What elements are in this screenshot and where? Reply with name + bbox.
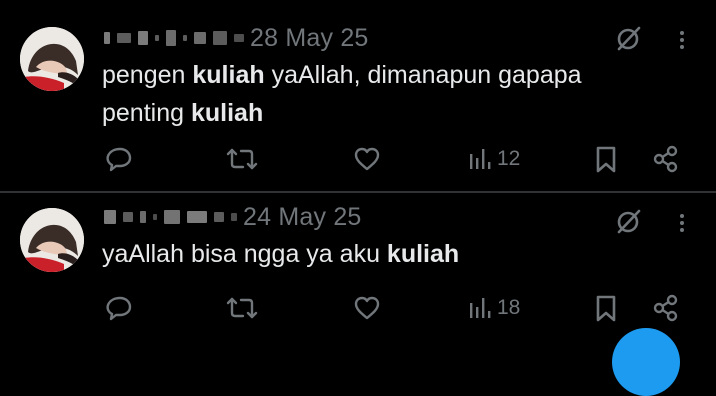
reply-icon [106,296,132,321]
more-icon[interactable] [670,24,694,54]
like-icon [354,147,380,171]
reply-icon [106,147,132,172]
bookmark-icon [596,295,616,322]
views-button[interactable]: 18 [467,290,520,326]
more-icon[interactable] [670,207,694,237]
views-count: 12 [497,147,521,170]
avatar[interactable] [20,27,84,91]
share-icon [653,294,678,322]
repost-button[interactable] [226,290,258,326]
bookmark-button[interactable] [593,141,619,177]
like-icon [354,296,380,320]
tweet-text: yaAllah bisa ngga ya aku kuliah [102,240,460,268]
share-icon [653,145,678,173]
avatar[interactable] [20,208,84,272]
reply-button[interactable] [104,141,134,177]
views-icon [470,298,491,318]
bookmark-icon [596,146,616,173]
share-button[interactable] [652,290,680,326]
bookmark-button[interactable] [593,290,619,326]
tweet-actions: 18 [0,290,716,326]
tweet-date[interactable]: 24 May 25 [243,203,362,232]
tweet-header: 24 May 25 [104,202,362,232]
views-count: 18 [497,296,521,319]
tweet-header: 28 May 25 [104,23,369,53]
repost-button[interactable] [226,141,258,177]
grok-icon[interactable] [613,207,643,237]
repost-icon [226,148,258,170]
compose-fab-button[interactable] [612,328,680,396]
tweet[interactable]: 24 May 25 yaAllah bisa ngga ya aku kulia… [0,194,716,343]
tweet-date[interactable]: 28 May 25 [250,24,369,53]
views-icon [470,149,491,169]
reply-button[interactable] [104,290,134,326]
views-button[interactable]: 12 [467,141,520,177]
share-button[interactable] [652,141,680,177]
blurred-author-name[interactable] [104,207,237,227]
tweet-actions: 12 [0,141,716,177]
like-button[interactable] [352,290,382,326]
blurred-author-name[interactable] [104,28,244,48]
grok-icon[interactable] [613,24,643,54]
tweet-divider [0,191,716,193]
tweet[interactable]: 28 May 25 pengen kuliah yaAllah, dimanap… [0,0,716,192]
tweet-text: pengen kuliah yaAllah, dimanapun gapapa … [102,61,582,127]
like-button[interactable] [352,141,382,177]
repost-icon [226,297,258,319]
